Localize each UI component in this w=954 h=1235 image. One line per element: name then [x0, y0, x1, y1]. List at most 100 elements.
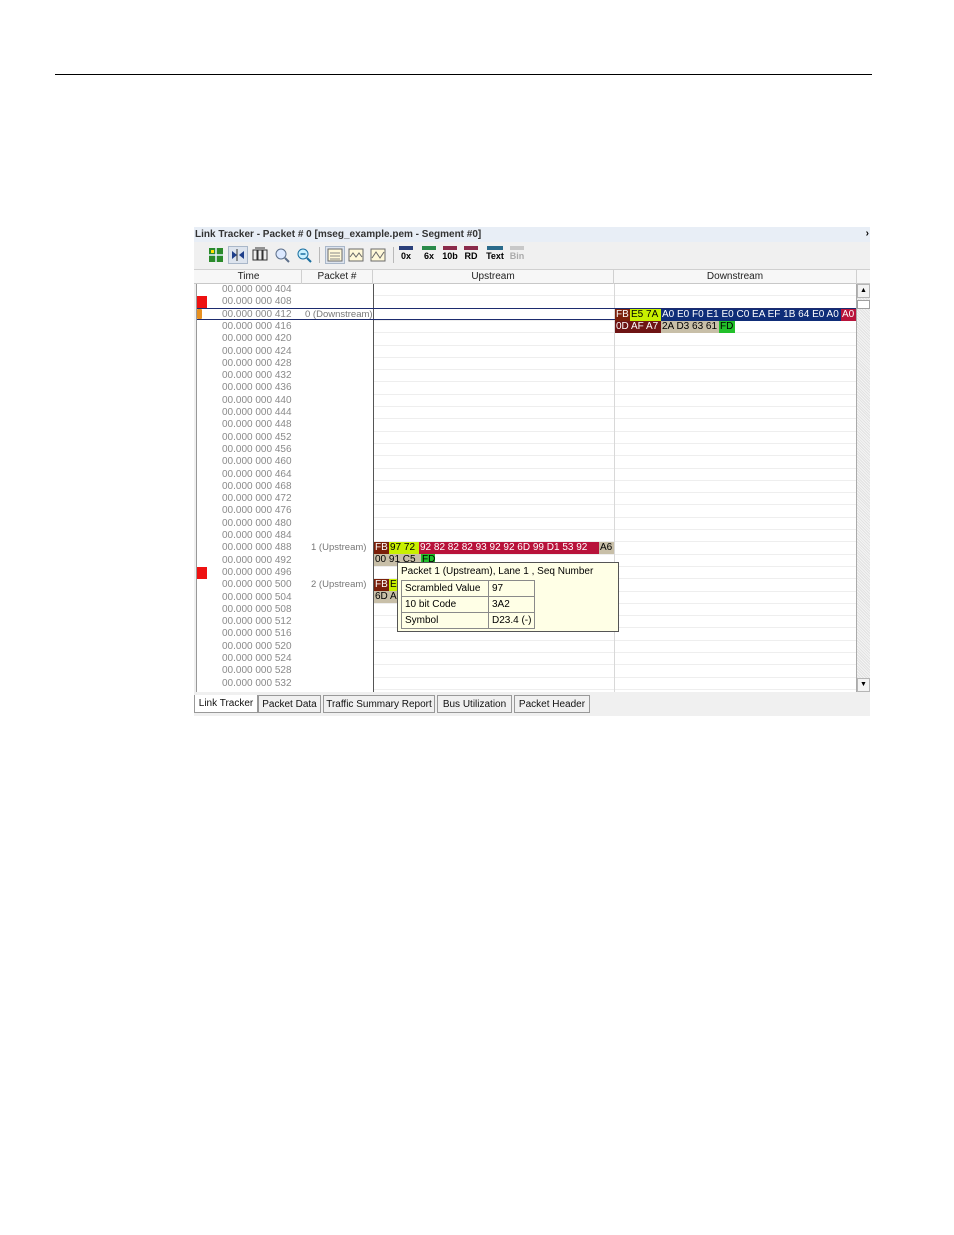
wave-view-icon[interactable] [346, 246, 366, 264]
time-row[interactable]: 00.000 000 516 [197, 628, 302, 640]
packet-label-2[interactable]: 2 (Upstream) [311, 579, 366, 590]
time-row[interactable]: 00.000 000 508 [197, 604, 302, 616]
zoom-in-icon[interactable] [272, 246, 292, 264]
time-value: 00.000 000 516 [222, 628, 292, 640]
time-value: 00.000 000 504 [222, 591, 292, 603]
time-row[interactable]: 00.000 000 512 [197, 616, 302, 628]
time-value: 00.000 000 500 [222, 579, 292, 591]
time-row[interactable]: 00.000 000 472 [197, 493, 302, 505]
window-title: Link Tracker - Packet # 0 [mseg_example.… [195, 229, 482, 240]
time-value: 00.000 000 532 [222, 677, 292, 689]
symbol-lcrc[interactable]: A6 [599, 542, 614, 554]
time-row[interactable]: 00.000 000 464 [197, 469, 302, 481]
vertical-scrollbar[interactable]: ▲ ▼ [856, 284, 870, 692]
packet-label-1[interactable]: 1 (Upstream) [311, 542, 366, 553]
symbol-tooltip: Packet 1 (Upstream), Lane 1 , Seq Number… [397, 562, 619, 632]
time-value: 00.000 000 496 [222, 566, 292, 578]
time-value: 00.000 000 452 [222, 431, 292, 443]
time-row[interactable]: 00.000 000 480 [197, 518, 302, 530]
time-row[interactable]: 00.000 000 488 [197, 542, 302, 554]
link-arrows-icon[interactable] [228, 246, 248, 264]
time-row[interactable]: 00.000 000 468 [197, 481, 302, 493]
packet-column-header[interactable]: Packet # [302, 270, 373, 284]
time-row[interactable]: 00.000 000 432 [197, 370, 302, 382]
scroll-thumb[interactable] [857, 300, 870, 309]
time-row[interactable]: 00.000 000 496 [197, 567, 302, 579]
tab-packet-header[interactable]: Packet Header [514, 695, 590, 713]
time-row[interactable]: 00.000 000 500 [197, 579, 302, 591]
10b-format-button[interactable]: 10b [441, 246, 459, 264]
tab-packet-data[interactable]: Packet Data [258, 695, 321, 713]
time-row[interactable]: 00.000 000 448 [197, 419, 302, 431]
bottom-tab-bar: Link Tracker Packet Data Traffic Summary… [194, 695, 870, 716]
grid-icon[interactable] [206, 246, 226, 264]
time-row[interactable]: 00.000 000 424 [197, 346, 302, 358]
scrambled-hex-format-button[interactable]: 6x [420, 246, 438, 264]
symbol-header-data[interactable]: 92 82 82 82 93 92 92 6D 99 D1 53 92 [419, 542, 599, 554]
packet-label-0[interactable]: 0 (Downstream) [305, 309, 373, 320]
hex-format-button[interactable]: 0x [397, 246, 415, 264]
rd-format-button[interactable]: RD [462, 246, 480, 264]
time-row[interactable]: 00.000 000 444 [197, 407, 302, 419]
symbol-sequence[interactable]: E5 7A [630, 309, 661, 321]
time-row[interactable]: 00.000 000 416 [197, 321, 302, 333]
text-format-button[interactable]: Text [485, 246, 505, 264]
time-row[interactable]: 00.000 000 408 [197, 296, 302, 308]
scroll-down-icon[interactable]: ▼ [857, 678, 870, 692]
tab-link-tracker[interactable]: Link Tracker [194, 695, 258, 713]
time-row[interactable]: 00.000 000 460 [197, 456, 302, 468]
zoom-out-icon[interactable] [294, 246, 314, 264]
tab-traffic-summary-report[interactable]: Traffic Summary Report [323, 695, 435, 713]
symbol-fb[interactable]: FB [374, 542, 389, 554]
symbol-end[interactable]: FD [719, 321, 735, 333]
symbol-lcrc[interactable]: 2A D3 63 61 [661, 321, 719, 333]
time-value: 00.000 000 476 [222, 505, 292, 517]
packet-upstream-divider [373, 284, 374, 692]
row-view-icon[interactable] [325, 246, 345, 264]
time-row[interactable]: 00.000 000 452 [197, 432, 302, 444]
scroll-up-icon[interactable]: ▲ [857, 284, 870, 298]
time-value: 00.000 000 520 [222, 640, 292, 652]
lane-view-icon[interactable] [250, 246, 270, 264]
symbol-fb[interactable]: FB [374, 579, 389, 591]
time-row[interactable]: 00.000 000 404 [197, 284, 302, 296]
tooltip-table: Scrambled Value 97 10 bit Code 3A2 Symbo… [401, 580, 536, 629]
symbol-lcrc[interactable]: 6D A [374, 591, 399, 603]
time-value: 00.000 000 528 [222, 665, 292, 677]
wave-alt-view-icon[interactable] [368, 246, 388, 264]
time-row[interactable]: 00.000 000 520 [197, 641, 302, 653]
upstream-column-header[interactable]: Upstream [373, 270, 614, 284]
symbol-data[interactable]: A0 [841, 309, 856, 321]
time-row[interactable]: 00.000 000 436 [197, 382, 302, 394]
time-value: 00.000 000 424 [222, 345, 292, 357]
time-row[interactable]: 00.000 000 484 [197, 530, 302, 542]
current-packet-marker [197, 309, 202, 319]
time-value: 00.000 000 436 [222, 382, 292, 394]
bin-format-button: Bin [508, 246, 526, 264]
link-tracker-grid[interactable]: 00.000 000 404 00.000 000 408 00.000 000 4… [196, 284, 856, 692]
symbol-fb[interactable]: FB [615, 309, 630, 321]
time-value: 00.000 000 444 [222, 407, 292, 418]
time-column-header[interactable]: Time [196, 270, 302, 284]
time-row[interactable]: 00.000 000 504 [197, 592, 302, 604]
time-row[interactable]: 00.000 000 528 [197, 665, 302, 677]
time-row[interactable]: 00.000 000 440 [197, 395, 302, 407]
collapse-arrow-icon[interactable]: › [866, 228, 869, 239]
downstream-column-header[interactable]: Downstream [614, 270, 857, 284]
time-row[interactable]: 00.000 000 456 [197, 444, 302, 456]
time-row[interactable]: 00.000 000 524 [197, 653, 302, 665]
column-headers: Time Packet # Upstream Downstream [194, 269, 870, 284]
time-value: 00.000 000 432 [222, 370, 292, 382]
symbol-sequence[interactable]: 97 72 [389, 542, 419, 554]
toolbar-separator [393, 247, 394, 263]
time-row[interactable]: 00.000 000 532 [197, 678, 302, 690]
symbol-header-data[interactable]: A0 E0 F0 E1 E0 C0 EA EF 1B 64 E0 A0 [661, 309, 841, 321]
time-row[interactable]: 00.000 000 428 [197, 358, 302, 370]
symbol-payload[interactable]: 0D AF A7 [615, 321, 661, 333]
tooltip-row: Scrambled Value 97 [401, 580, 536, 597]
tab-bus-utilization[interactable]: Bus Utilization [437, 695, 512, 713]
scrambled-hex-format-label: 6x [423, 251, 434, 261]
time-row[interactable]: 00.000 000 420 [197, 333, 302, 345]
time-row[interactable]: 00.000 000 492 [197, 555, 302, 567]
time-row[interactable]: 00.000 000 476 [197, 505, 302, 517]
